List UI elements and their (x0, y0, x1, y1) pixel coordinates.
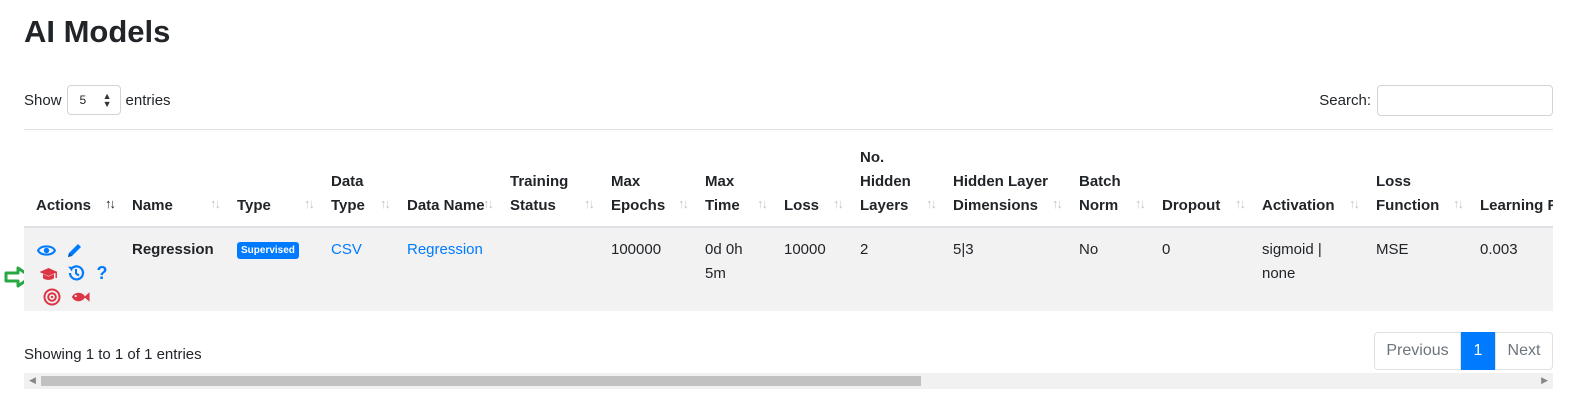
sort-icon: ↑↓ (1453, 196, 1464, 211)
cell-learning-rate: 0.003 (1468, 227, 1553, 311)
sort-icon: ↑↓ (678, 196, 689, 211)
sort-icon: ↑↓ (833, 196, 844, 211)
sort-icon: ↑↓ (584, 196, 595, 211)
scroll-right-icon[interactable]: ▶ (1541, 375, 1548, 386)
scroll-left-icon[interactable]: ◀ (29, 375, 36, 386)
search-label: Search: (1319, 91, 1371, 109)
sort-icon: ↑↓ (757, 196, 768, 211)
cell-type: Supervised (225, 227, 319, 311)
cell-training-status (498, 227, 599, 311)
column-header-name[interactable]: Name ↑↓ (120, 130, 225, 228)
pencil-icon[interactable] (64, 240, 84, 260)
cell-data-type: CSV (319, 227, 395, 311)
column-header-training-status[interactable]: Training Status ↑↓ (498, 130, 599, 228)
pagination: Previous 1 Next (1374, 332, 1553, 370)
cell-loss-function: MSE (1364, 227, 1468, 311)
cell-max-time: 0d 0h 5m (693, 227, 772, 311)
data-type-link[interactable]: CSV (331, 241, 362, 258)
sort-icon: ↑↓ (1052, 196, 1063, 211)
entries-select[interactable]: 5 ▲ ▼ (66, 85, 121, 115)
question-icon[interactable]: ? (92, 263, 112, 283)
column-header-loss-function[interactable]: Loss Function ↑↓ (1364, 130, 1468, 228)
column-header-dropout[interactable]: Dropout ↑↓ (1150, 130, 1250, 228)
column-header-actions[interactable]: Actions ↑↓ (24, 130, 120, 228)
column-header-no-hidden-layers[interactable]: No. Hidden Layers ↑↓ (848, 130, 941, 228)
column-header-data-name[interactable]: Data Name ↑↓ (395, 130, 498, 228)
eye-icon[interactable] (36, 240, 56, 260)
column-header-activation[interactable]: Activation ↑↓ (1250, 130, 1364, 228)
sort-icon: ↑↓ (210, 196, 221, 211)
sort-icon: ↑↓ (105, 196, 116, 211)
cell-data-name: Regression (395, 227, 498, 311)
sort-icon: ↑↓ (304, 196, 315, 211)
type-badge: Supervised (237, 241, 299, 259)
column-header-type[interactable]: Type ↑↓ (225, 130, 319, 228)
sort-icon: ↑↓ (1235, 196, 1246, 211)
cell-no-hidden-layers: 2 (848, 227, 941, 311)
table-header-row: Actions ↑↓ Name ↑↓ Type ↑↓ Data Type ↑↓ Data… (24, 130, 1553, 228)
models-table: Actions ↑↓ Name ↑↓ Type ↑↓ Data Type ↑↓ Data… (24, 130, 1553, 311)
table-info: Showing 1 to 1 of 1 entries (24, 346, 202, 363)
fish-icon[interactable] (70, 287, 90, 307)
column-header-learning-rate[interactable]: Learning Rate↑↓ (1468, 130, 1553, 228)
column-header-loss[interactable]: Loss ↑↓ (772, 130, 848, 228)
sort-icon: ↑↓ (1349, 196, 1360, 211)
actions-cell: ? (24, 227, 120, 311)
sort-icon: ↑↓ (1135, 196, 1146, 211)
column-header-max-epochs[interactable]: Max Epochs ↑↓ (599, 130, 693, 228)
cell-activation: sigmoid | none (1250, 227, 1364, 311)
cell-max-epochs: 100000 (599, 227, 693, 311)
show-label: Show (24, 91, 62, 109)
history-icon[interactable] (66, 263, 86, 283)
previous-button[interactable]: Previous (1374, 332, 1461, 370)
scrollbar-thumb[interactable] (41, 376, 921, 386)
sort-icon: ↑↓ (926, 196, 937, 211)
sort-icon: ↑↓ (380, 196, 391, 211)
data-name-link[interactable]: Regression (407, 241, 483, 258)
horizontal-scrollbar[interactable]: ◀ ▶ (24, 373, 1553, 389)
select-arrows-icon: ▲ ▼ (102, 91, 112, 109)
cell-batch-norm: No (1067, 227, 1150, 311)
next-button[interactable]: Next (1495, 332, 1553, 370)
page-title: AI Models (24, 14, 171, 49)
models-table-container: Actions ↑↓ Name ↑↓ Type ↑↓ Data Type ↑↓ Data… (24, 129, 1553, 325)
length-menu: Show 5 ▲ ▼ entries (24, 84, 171, 116)
target-icon[interactable] (42, 287, 62, 307)
graduation-cap-icon[interactable] (38, 264, 58, 284)
entries-select-value: 5 (79, 93, 87, 107)
search-area: Search: (1319, 84, 1553, 116)
cell-dropout: 0 (1150, 227, 1250, 311)
page-1-button[interactable]: 1 (1461, 332, 1495, 370)
cell-loss: 10000 (772, 227, 848, 311)
entries-label: entries (125, 91, 171, 109)
cell-hidden-layer-dimensions: 5|3 (941, 227, 1067, 311)
sort-icon: ↑↓ (483, 196, 494, 211)
column-header-data-type[interactable]: Data Type ↑↓ (319, 130, 395, 228)
table-row: ? Regression Supervised CSV Regression 1… (24, 227, 1553, 311)
column-header-max-time[interactable]: Max Time ↑↓ (693, 130, 772, 228)
cell-name: Regression (120, 227, 225, 311)
column-header-hidden-layer-dimensions[interactable]: Hidden Layer Dimensions ↑↓ (941, 130, 1067, 228)
search-input[interactable] (1377, 84, 1553, 116)
column-header-batch-norm[interactable]: Batch Norm ↑↓ (1067, 130, 1150, 228)
